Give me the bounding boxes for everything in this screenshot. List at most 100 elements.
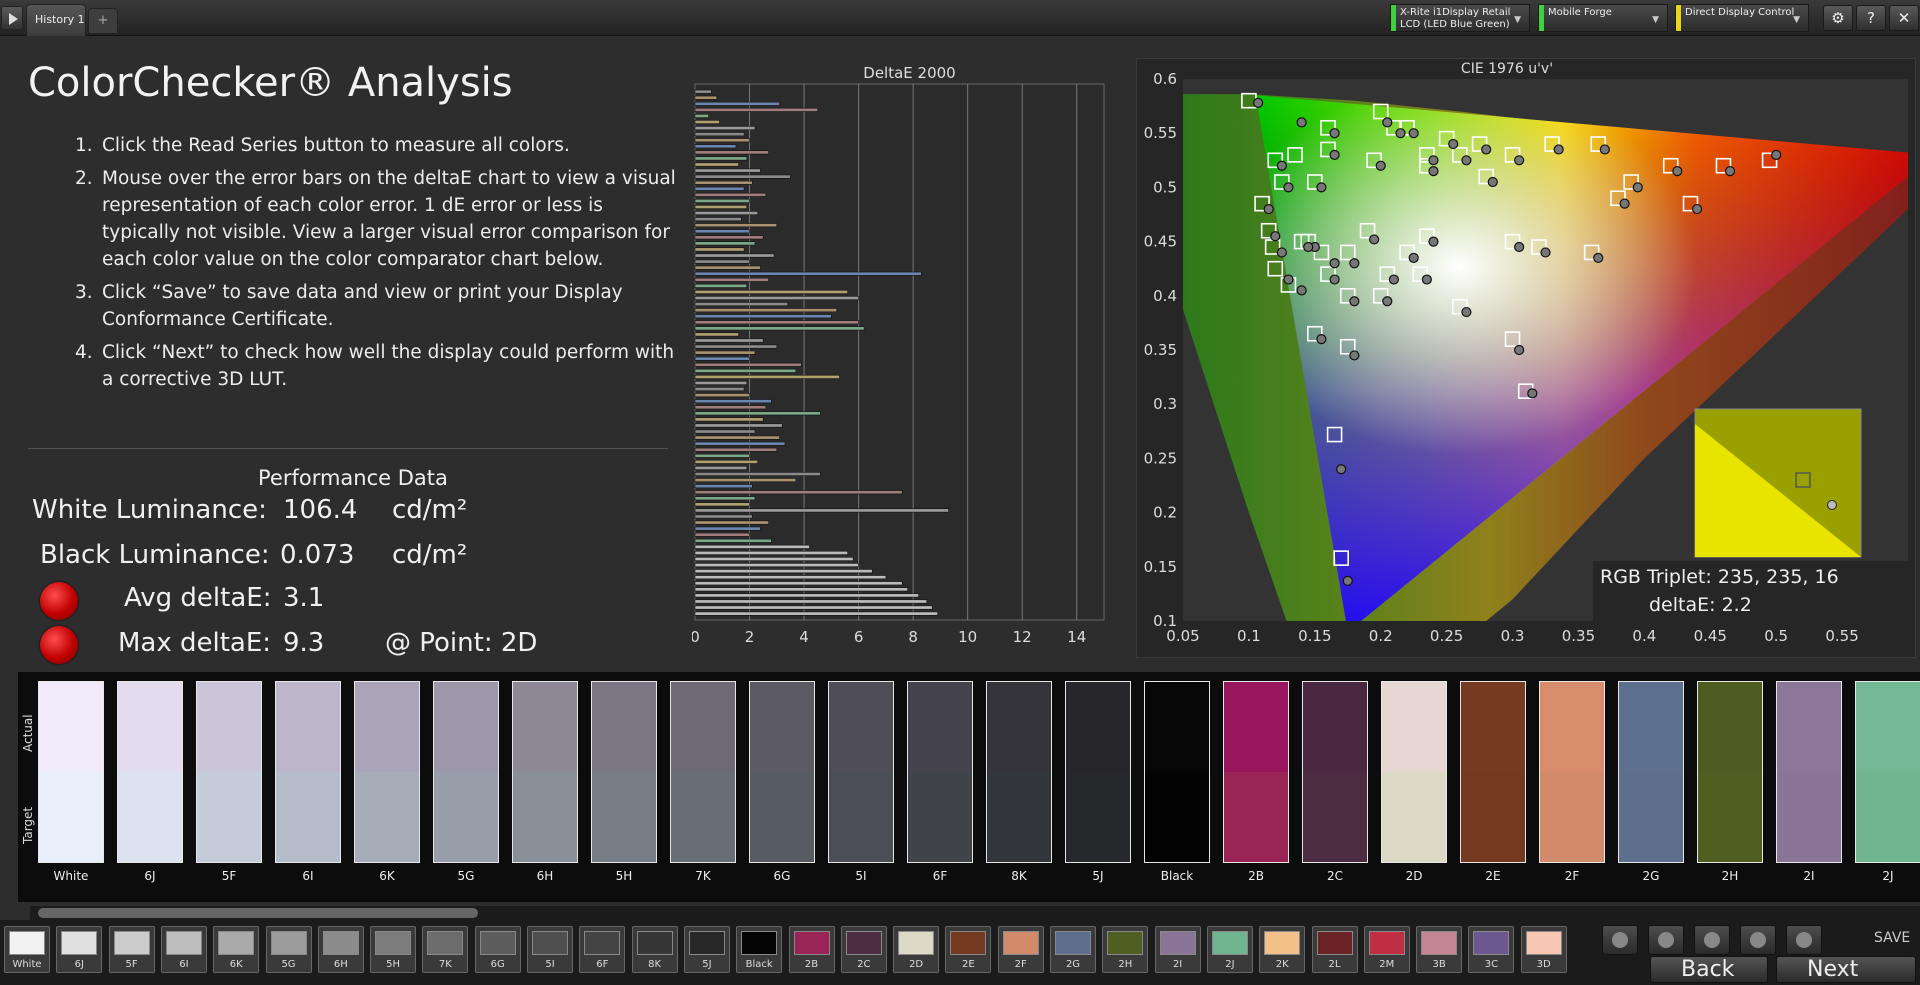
swatch-6h[interactable]	[512, 681, 578, 863]
measured-point	[1375, 160, 1386, 171]
swatch-6g[interactable]	[749, 681, 815, 863]
swatch-6i[interactable]	[275, 681, 341, 863]
next-button[interactable]: Next	[1776, 956, 1916, 983]
swatch-2d[interactable]	[1381, 681, 1447, 863]
swatch-5i[interactable]	[828, 681, 894, 863]
target-color	[592, 772, 656, 862]
strip-label: 2E	[962, 959, 975, 970]
control-dropdown[interactable]: Direct Display Control ▼	[1675, 4, 1809, 32]
strip-swatch-2c[interactable]: 2C	[840, 926, 887, 973]
strip-swatch-2m[interactable]: 2M	[1363, 926, 1410, 973]
close-icon[interactable]: ✕	[1889, 5, 1919, 31]
measured-point	[1283, 274, 1294, 285]
measured-point	[1253, 97, 1264, 108]
strip-color	[1525, 931, 1562, 955]
gear-icon[interactable]: ⚙	[1823, 5, 1853, 31]
swatch-label: 2C	[1326, 869, 1343, 883]
strip-swatch-6k[interactable]: 6K	[213, 926, 260, 973]
target-color	[1066, 772, 1130, 862]
strip-swatch-5h[interactable]: 5H	[370, 926, 417, 973]
swatch-6k[interactable]	[354, 681, 420, 863]
save-button[interactable]: SAVE	[1874, 930, 1910, 946]
swatch-6f[interactable]	[907, 681, 973, 863]
strip-color	[532, 931, 568, 955]
swatch-5g[interactable]	[433, 681, 499, 863]
strip-color	[845, 931, 882, 955]
swatch-2f[interactable]	[1539, 681, 1605, 863]
strip-swatch-2g[interactable]: 2G	[1050, 926, 1096, 973]
strip-swatch-black[interactable]: Black	[736, 926, 783, 973]
strip-swatch-2j[interactable]: 2J	[1206, 926, 1253, 973]
back-button[interactable]: Back	[1650, 956, 1768, 983]
strip-swatch-8k[interactable]: 8K	[631, 926, 678, 973]
strip-swatch-2k[interactable]: 2K	[1259, 926, 1306, 973]
strip-swatch-6f[interactable]: 6F	[579, 926, 626, 973]
measured-point	[1593, 252, 1604, 263]
strip-swatch-3c[interactable]: 3C	[1468, 926, 1515, 973]
tab-history-1[interactable]: History 1	[26, 4, 86, 36]
strip-swatch-5j[interactable]: 5J	[683, 926, 730, 973]
profile-dropdown[interactable]: Mobile Forge ▼	[1538, 4, 1668, 32]
strip-swatch-white[interactable]: White	[4, 926, 50, 973]
loop-icon[interactable]	[1740, 925, 1776, 955]
strip-swatch-2f[interactable]: 2F	[997, 926, 1044, 973]
swatch-2e[interactable]	[1460, 681, 1526, 863]
deltae-bar	[694, 308, 838, 313]
strip-swatch-2h[interactable]: 2H	[1102, 926, 1149, 973]
strip-swatch-2e[interactable]: 2E	[945, 926, 992, 973]
strip-swatch-6h[interactable]: 6H	[317, 926, 364, 973]
strip-swatch-3d[interactable]: 3D	[1520, 926, 1567, 973]
swatch-2b[interactable]	[1223, 681, 1289, 863]
target-color	[829, 772, 893, 862]
strip-swatch-6g[interactable]: 6G	[474, 926, 521, 973]
swatch-5f[interactable]	[196, 681, 262, 863]
swatch-2c[interactable]	[1302, 681, 1368, 863]
strip-color	[1316, 931, 1353, 955]
measured-point	[1276, 160, 1287, 171]
scrollbar-thumb[interactable]	[38, 908, 478, 918]
swatch-black[interactable]	[1144, 681, 1210, 863]
actual-color	[987, 682, 1051, 772]
strip-swatch-2b[interactable]: 2B	[788, 926, 835, 973]
add-tab-button[interactable]: +	[88, 8, 118, 34]
swatch-2h[interactable]	[1697, 681, 1763, 863]
actual-color	[750, 682, 814, 772]
comparator-scrollbar[interactable]	[30, 906, 1920, 920]
deltae-bar	[694, 496, 756, 501]
refresh-icon[interactable]	[1786, 925, 1822, 955]
strip-swatch-5i[interactable]: 5I	[527, 926, 573, 973]
swatch-label: 7K	[695, 869, 711, 883]
swatch-8k[interactable]	[986, 681, 1052, 863]
target-color	[1461, 772, 1525, 862]
read-icon[interactable]	[1694, 925, 1730, 955]
deltae-bar	[694, 302, 789, 307]
play-icon[interactable]	[1, 6, 23, 30]
strip-label: White	[12, 959, 42, 970]
bottom-bar: White 6J 5F 6I 6K 5G 6H 5H 7K 6G 5I 6F 8K 5J Black 2B 2C…	[0, 920, 1920, 985]
swatch-2g[interactable]	[1618, 681, 1684, 863]
strip-swatch-5g[interactable]: 5G	[265, 926, 312, 973]
strip-swatch-2i[interactable]: 2I	[1154, 926, 1201, 973]
strip-swatch-6i[interactable]: 6I	[160, 926, 207, 973]
read-series-icon[interactable]	[1648, 925, 1684, 955]
strip-swatch-3b[interactable]: 3B	[1416, 926, 1463, 973]
strip-swatch-2d[interactable]: 2D	[893, 926, 940, 973]
meter-dropdown[interactable]: X-Rite i1Display Retail LCD (LED Blue Gr…	[1390, 4, 1530, 32]
strip-swatch-6j[interactable]: 6J	[56, 926, 103, 973]
swatch-2i[interactable]	[1776, 681, 1842, 863]
swatch-white[interactable]	[38, 681, 104, 863]
avg-deltae-label: Avg deltaE:	[124, 583, 272, 613]
strip-swatch-2l[interactable]: 2L	[1311, 926, 1358, 973]
swatch-7k[interactable]	[670, 681, 736, 863]
swatch-6j[interactable]	[117, 681, 183, 863]
swatch-5j[interactable]	[1065, 681, 1131, 863]
stop-icon[interactable]	[1602, 925, 1638, 955]
strip-swatch-7k[interactable]: 7K	[422, 926, 469, 973]
help-icon[interactable]: ?	[1856, 5, 1886, 31]
deltae-bar	[694, 526, 761, 531]
swatch-5h[interactable]	[591, 681, 657, 863]
actual-color	[829, 682, 893, 772]
x-tick-label: 10	[958, 628, 977, 646]
strip-swatch-5f[interactable]: 5F	[108, 926, 155, 973]
swatch-2j[interactable]	[1855, 681, 1920, 863]
